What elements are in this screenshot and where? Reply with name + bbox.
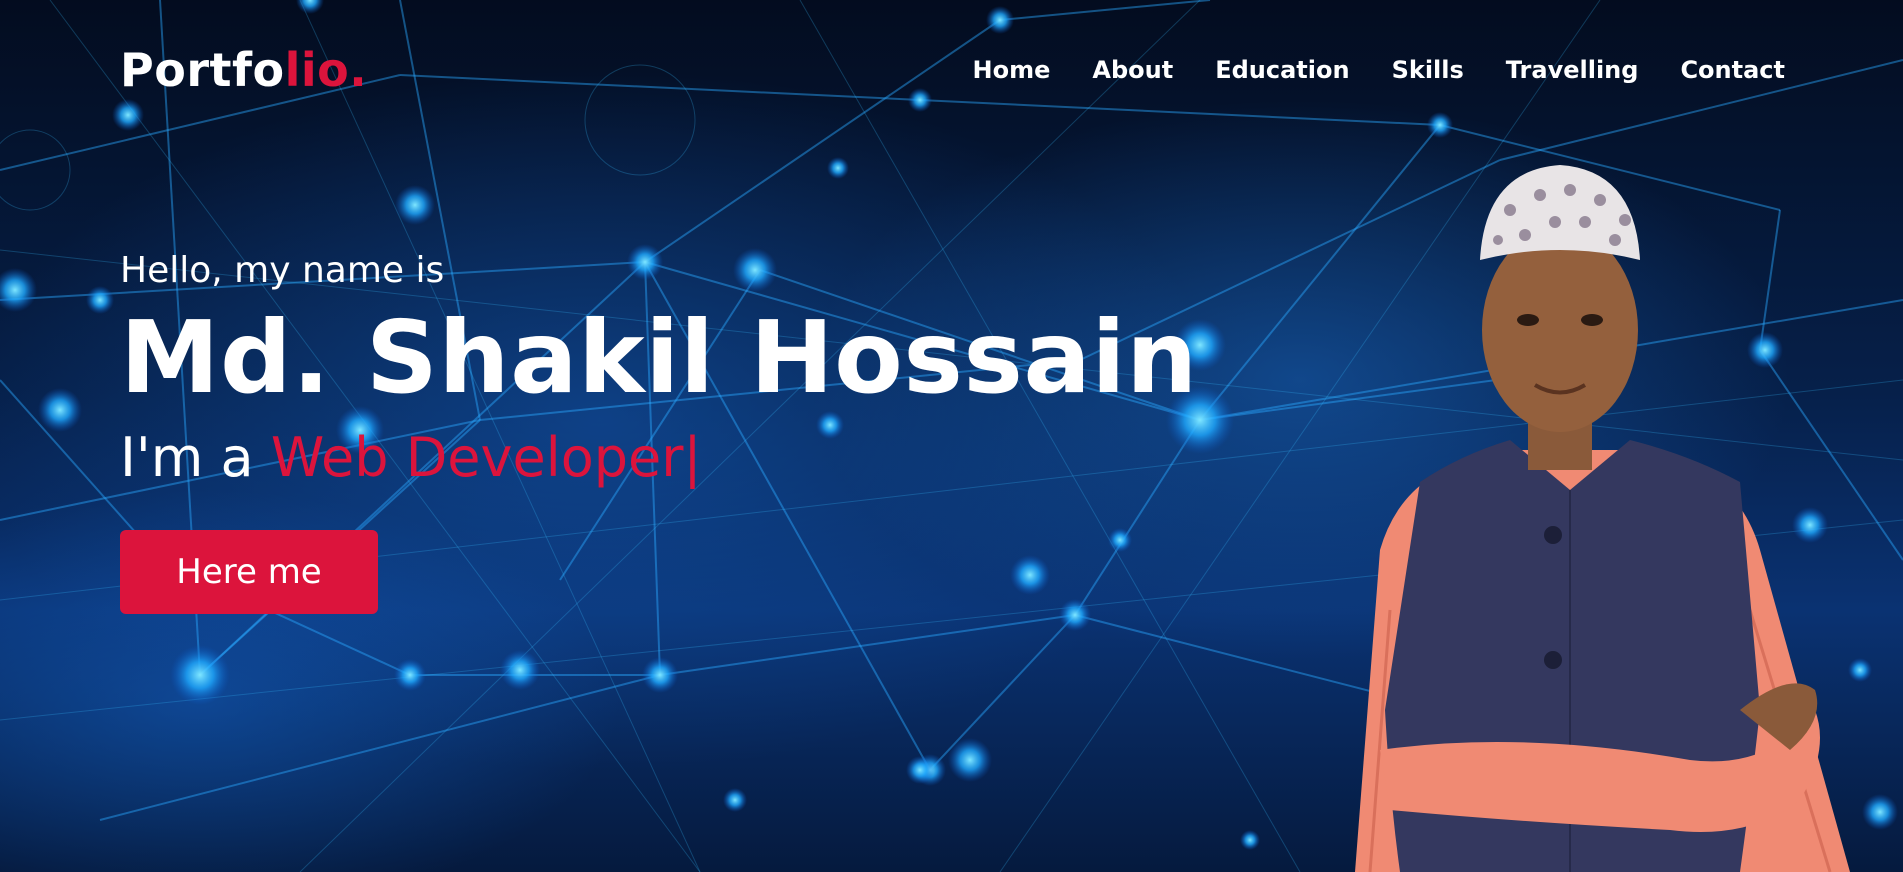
nav-link-travelling[interactable]: Travelling [1506, 56, 1639, 84]
nav-link-home[interactable]: Home [973, 56, 1051, 84]
hero-intro: Hello, my name is Md. Shakil Hossain I'm… [120, 244, 1198, 614]
role-line: I'm a Web Developer| [120, 422, 1198, 494]
nav-link-contact[interactable]: Contact [1680, 56, 1785, 84]
nav-item-contact: Contact [1680, 56, 1785, 84]
nav-item-education: Education [1215, 56, 1349, 84]
hero-section: Portfolio. Home About Education Skills T… [0, 0, 1903, 872]
hire-me-button[interactable]: Here me [120, 530, 378, 614]
nav-item-about: About [1092, 56, 1173, 84]
role-prefix: I'm a [120, 426, 254, 489]
nav-item-home: Home [973, 56, 1051, 84]
nav-item-travelling: Travelling [1506, 56, 1639, 84]
navbar: Portfolio. Home About Education Skills T… [120, 40, 1785, 100]
site-logo[interactable]: Portfolio. [120, 40, 367, 100]
portrait-image [1355, 165, 1850, 872]
logo-accent-text: lio. [284, 43, 368, 97]
logo-main-text: Portfo [120, 43, 285, 97]
nav-menu: Home About Education Skills Travelling C… [973, 56, 1785, 84]
nav-link-skills[interactable]: Skills [1392, 56, 1464, 84]
nav-link-about[interactable]: About [1092, 56, 1173, 84]
hero-name: Md. Shakil Hossain [120, 299, 1198, 416]
greeting-text: Hello, my name is [120, 250, 445, 291]
role-typed-text: Web Developer| [270, 426, 702, 489]
nav-item-skills: Skills [1392, 56, 1464, 84]
nav-link-education[interactable]: Education [1215, 56, 1349, 84]
